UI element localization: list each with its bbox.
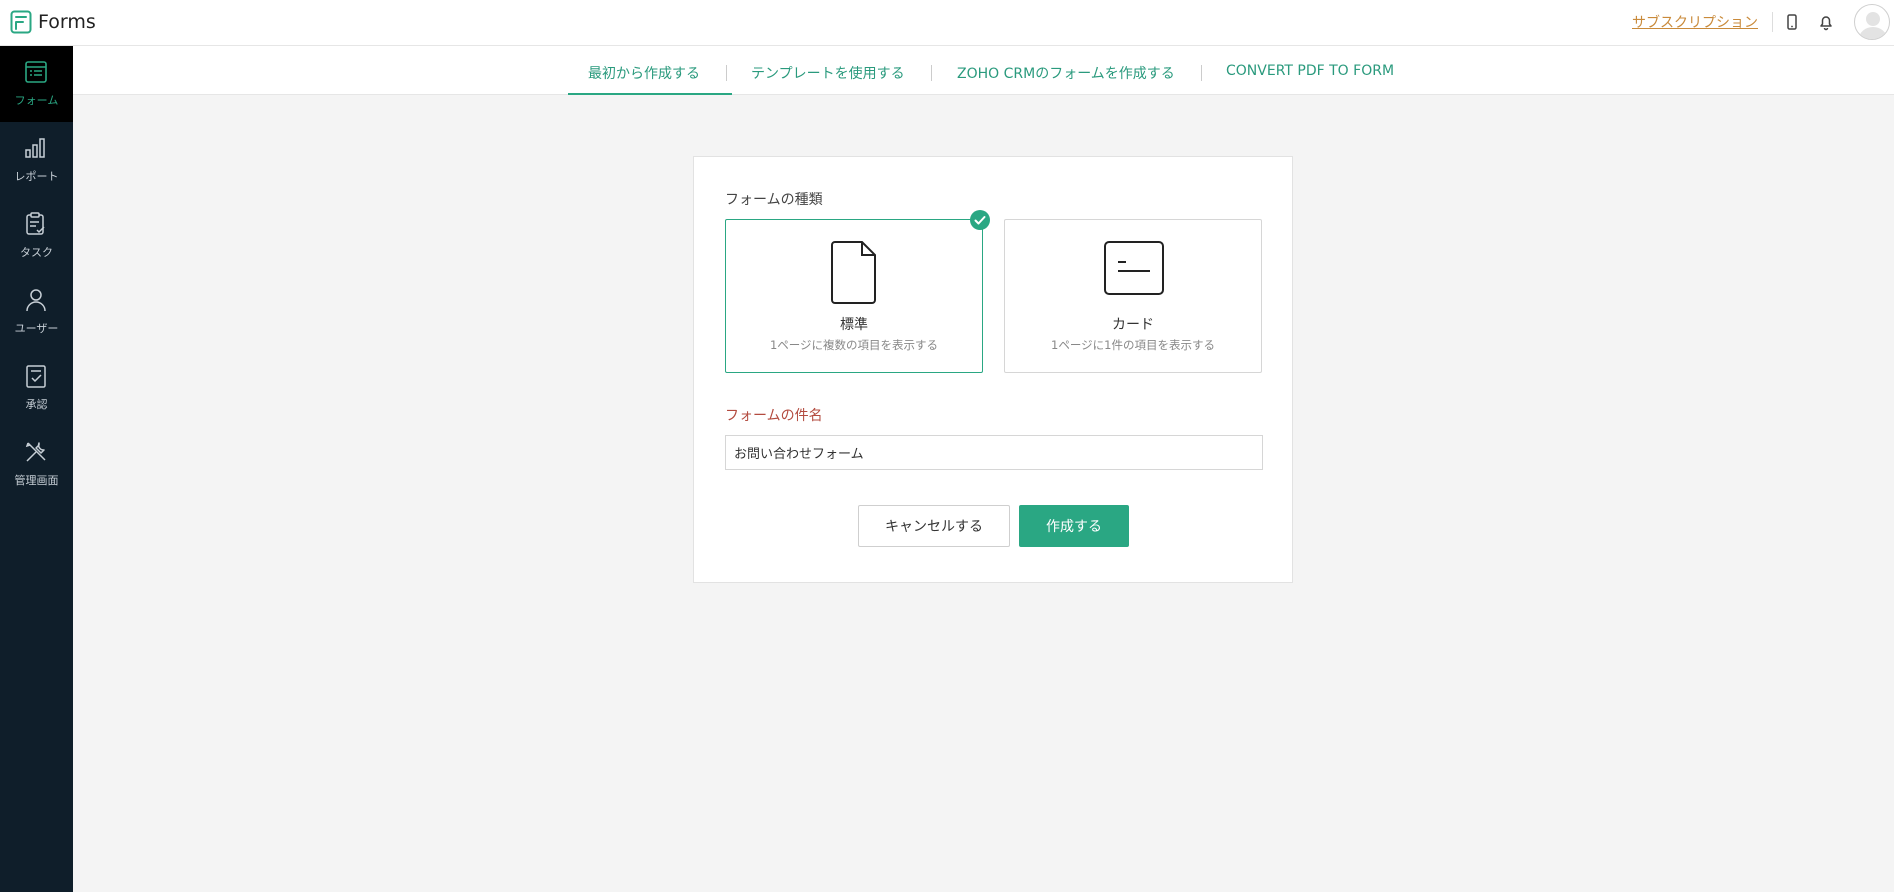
task-clipboard-icon [26,212,45,235]
subscription-link[interactable]: サブスクリプション [1632,12,1758,32]
user-avatar-icon [1859,12,1887,39]
sidebar-item-users[interactable]: ユーザー [0,274,73,350]
sidebar-item-tasks[interactable]: タスク [0,198,73,274]
form-name-input[interactable] [725,435,1263,470]
form-type-label: フォームの種類 [725,192,823,208]
form-type-description: 1ページに複数の項目を表示する [769,338,939,352]
user-icon [26,289,46,312]
selected-check-icon [970,210,990,230]
sidebar: フォーム レポート タスク ユーザー 承認 管理画面 [0,46,73,892]
report-chart-icon [25,138,45,158]
avatar[interactable] [1854,4,1890,40]
tab-zoho-crm[interactable]: ZOHO CRMのフォームを作成する [957,63,1175,83]
tab-convert-pdf[interactable]: CONVERT PDF TO FORM [1226,63,1394,79]
form-icon [25,61,47,83]
sidebar-item-label: 承認 [25,398,48,411]
bell-icon[interactable] [1816,12,1836,32]
form-name-label: フォームの件名 [725,408,823,424]
sidebar-item-admin[interactable]: 管理画面 [0,426,73,502]
forms-logo-icon [10,10,32,34]
sidebar-item-reports[interactable]: レポート [0,122,73,198]
tab-divider [1201,65,1202,81]
sidebar-item-label: 管理画面 [14,474,59,487]
form-type-description: 1ページに1件の項目を表示する [1051,338,1215,352]
create-form-panel: フォームの種類 標準 1ページに複数の項目を表示する カード 1ページに1件の項… [693,156,1293,583]
card-icon [1104,241,1164,295]
sidebar-item-forms[interactable]: フォーム [0,46,73,122]
admin-tools-icon [25,442,46,462]
active-tab-indicator [568,93,732,95]
cancel-button[interactable]: キャンセルする [858,505,1010,547]
creation-tabs: 最初から作成する テンプレートを使用する ZOHO CRMのフォームを作成する … [73,46,1894,95]
create-button[interactable]: 作成する [1019,505,1129,547]
header-divider [1772,12,1773,32]
form-type-card[interactable]: カード 1ページに1件の項目を表示する [1004,219,1262,373]
tab-from-scratch[interactable]: 最初から作成する [588,63,700,83]
sidebar-item-label: フォーム [14,94,59,107]
tab-divider [931,65,932,81]
app-title: Forms [38,11,96,33]
tab-divider [726,65,727,81]
form-type-name: 標準 [840,317,868,333]
form-type-standard[interactable]: 標準 1ページに複数の項目を表示する [725,219,983,373]
sidebar-item-label: レポート [14,170,59,183]
top-bar: Forms サブスクリプション [0,0,1894,46]
sidebar-item-approvals[interactable]: 承認 [0,350,73,426]
sidebar-item-label: タスク [20,246,53,259]
mobile-icon[interactable] [1782,12,1802,32]
document-icon [831,241,876,304]
form-type-name: カード [1112,317,1154,333]
tab-use-template[interactable]: テンプレートを使用する [751,63,905,83]
approval-icon [26,365,46,388]
sidebar-item-label: ユーザー [14,322,59,335]
